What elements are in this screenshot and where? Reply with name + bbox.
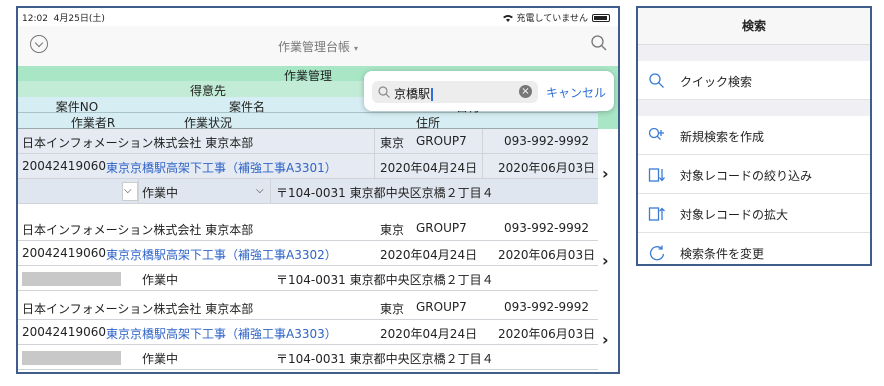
search-field[interactable]: 京橋駅 ×	[372, 81, 538, 103]
work-status[interactable]: 作業中	[142, 184, 178, 201]
main-window: 12:02 4月25日(土) 充電していません 作業管理台帳 ▾ 作業管理 得意先…	[16, 6, 620, 374]
search-icon	[649, 73, 664, 88]
status-time: 12:02 4月25日(土)	[22, 11, 105, 24]
new-search-icon	[648, 127, 664, 140]
expand-records-item[interactable]: 対象レコードの拡大	[638, 194, 870, 233]
status-right: 充電していません	[502, 11, 610, 24]
new-search-label: 新規検索を作成	[680, 130, 765, 144]
date: 4月25日(土)	[53, 14, 105, 24]
region: 東京	[380, 302, 405, 316]
record-row-case: 20042419060 東京京橋駅高架下工事（補強工事A3303） 2020年0…	[18, 320, 598, 345]
wifi-icon	[502, 14, 513, 22]
quick-search-popup: 京橋駅 × キャンセル	[364, 71, 614, 111]
record-detail-chevron-icon[interactable]: ›	[602, 251, 609, 270]
narrow-records-item[interactable]: 対象レコードの絞り込み	[638, 155, 870, 194]
start-date: 2020年04月24日	[380, 327, 478, 341]
address: 〒104-0031 東京都中央区京橋２丁目４	[276, 273, 494, 287]
narrow-records-label: 対象レコードの絞り込み	[680, 169, 813, 183]
narrow-records-icon	[648, 168, 665, 182]
search-value: 京橋駅	[394, 87, 431, 101]
region: 東京	[380, 223, 405, 237]
address: 〒104-0031 東京都中央区京橋２丁目４	[276, 352, 494, 366]
phone-number: 093-992-9992	[504, 221, 590, 235]
case-name-link[interactable]: 東京京橋駅高架下工事（補強工事A3302）	[106, 246, 337, 263]
group-name: GROUP7	[416, 221, 467, 235]
header-row-worker: 作業者R 作業状況 住所	[18, 113, 598, 130]
end-date: 2020年06月03日	[498, 248, 596, 262]
record-row-customer: 日本インフォメーション株式会社 東京本部 東京 GROUP7 093-992-9…	[18, 216, 598, 241]
clear-icon[interactable]: ×	[519, 85, 532, 98]
work-status: 作業中	[142, 352, 179, 366]
case-number: 20042419060	[22, 325, 106, 339]
quick-search-item[interactable]: クイック検索	[638, 61, 870, 100]
charging-status: 充電していません	[516, 14, 588, 24]
record-row-customer: 日本インフォメーション株式会社 東京本部 東京 GROUP7 093-992-9…	[18, 129, 598, 154]
record-row-customer: 日本インフォメーション株式会社 東京本部 東京 GROUP7 093-992-9…	[18, 295, 598, 320]
record-detail-chevron-icon[interactable]: ›	[602, 164, 609, 183]
record-detail-chevron-icon[interactable]: ›	[602, 330, 609, 349]
address: 〒104-0031 東京都中央区京橋２丁目４	[276, 186, 494, 200]
panel-spacer	[638, 100, 870, 116]
group-name: GROUP7	[416, 300, 467, 314]
new-search-item[interactable]: 新規検索を作成	[638, 116, 870, 155]
customer-name: 日本インフォメーション株式会社 東京本部	[22, 136, 254, 150]
record-row-status: 作業中 〒104-0031 東京都中央区京橋２丁目４	[18, 345, 598, 370]
status-bar: 12:02 4月25日(土) 充電していません	[18, 8, 618, 26]
start-date: 2020年04月24日	[380, 248, 478, 262]
quick-search-label: クイック検索	[680, 75, 753, 89]
clock: 12:02	[22, 14, 48, 24]
worker-redacted	[22, 351, 121, 365]
modify-search-item[interactable]: 検索条件を変更	[638, 233, 870, 264]
phone-number: 093-992-9992	[504, 300, 590, 314]
chevron-down-icon: ⌵	[124, 185, 132, 196]
group-name: GROUP7	[416, 134, 467, 148]
end-date: 2020年06月03日	[498, 327, 596, 341]
text-cursor	[431, 88, 433, 101]
nav-bar: 作業管理台帳 ▾	[18, 26, 618, 66]
end-date: 2020年06月03日	[498, 161, 596, 175]
region: 東京	[380, 136, 405, 150]
record-row-status: ⌵ 作業中 ⌵ 〒104-0031 東京都中央区京橋２丁目４	[18, 179, 598, 204]
case-number: 20042419060	[22, 246, 106, 260]
record-row-case: 20042419060 東京京橋駅高架下工事（補強工事A3302） 2020年0…	[18, 241, 598, 266]
chevron-down-icon[interactable]: ⌵	[256, 185, 264, 196]
search-panel: 検索 クイック検索 新規検索を作成 対象レコードの絞り込み 対象レコードの拡大 …	[636, 6, 872, 266]
search-input[interactable]: 京橋駅	[394, 85, 433, 102]
record-row-case: 20042419060 東京京橋駅高架下工事（補強工事A3301） 2020年0…	[18, 154, 598, 179]
layout-title[interactable]: 作業管理台帳 ▾	[18, 38, 618, 55]
customer-name: 日本インフォメーション株式会社 東京本部	[22, 223, 254, 237]
panel-title: 検索	[638, 8, 870, 45]
battery-icon	[592, 13, 610, 22]
record-row-status: 作業中 〒104-0031 東京都中央区京橋２丁目４	[18, 266, 598, 291]
cancel-button[interactable]: キャンセル	[546, 84, 606, 101]
worker-redacted	[22, 272, 121, 286]
expand-records-icon	[648, 207, 665, 221]
customer-name: 日本インフォメーション株式会社 東京本部	[22, 302, 254, 316]
layout-title-text: 作業管理台帳	[277, 40, 350, 54]
expand-records-label: 対象レコードの拡大	[680, 208, 789, 222]
layout-caret-icon: ▾	[354, 44, 359, 53]
case-number: 20042419060	[22, 159, 106, 173]
search-icon	[378, 86, 390, 98]
phone-number: 093-992-9992	[504, 134, 590, 148]
case-name-link[interactable]: 東京京橋駅高架下工事（補強工事A3301）	[106, 159, 337, 176]
search-icon[interactable]	[590, 34, 608, 52]
modify-search-label: 検索条件を変更	[680, 247, 765, 261]
panel-spacer	[638, 45, 870, 61]
work-status: 作業中	[142, 273, 179, 287]
refresh-icon	[649, 245, 665, 261]
case-name-link[interactable]: 東京京橋駅高架下工事（補強工事A3303）	[106, 325, 337, 342]
start-date: 2020年04月24日	[380, 161, 478, 175]
